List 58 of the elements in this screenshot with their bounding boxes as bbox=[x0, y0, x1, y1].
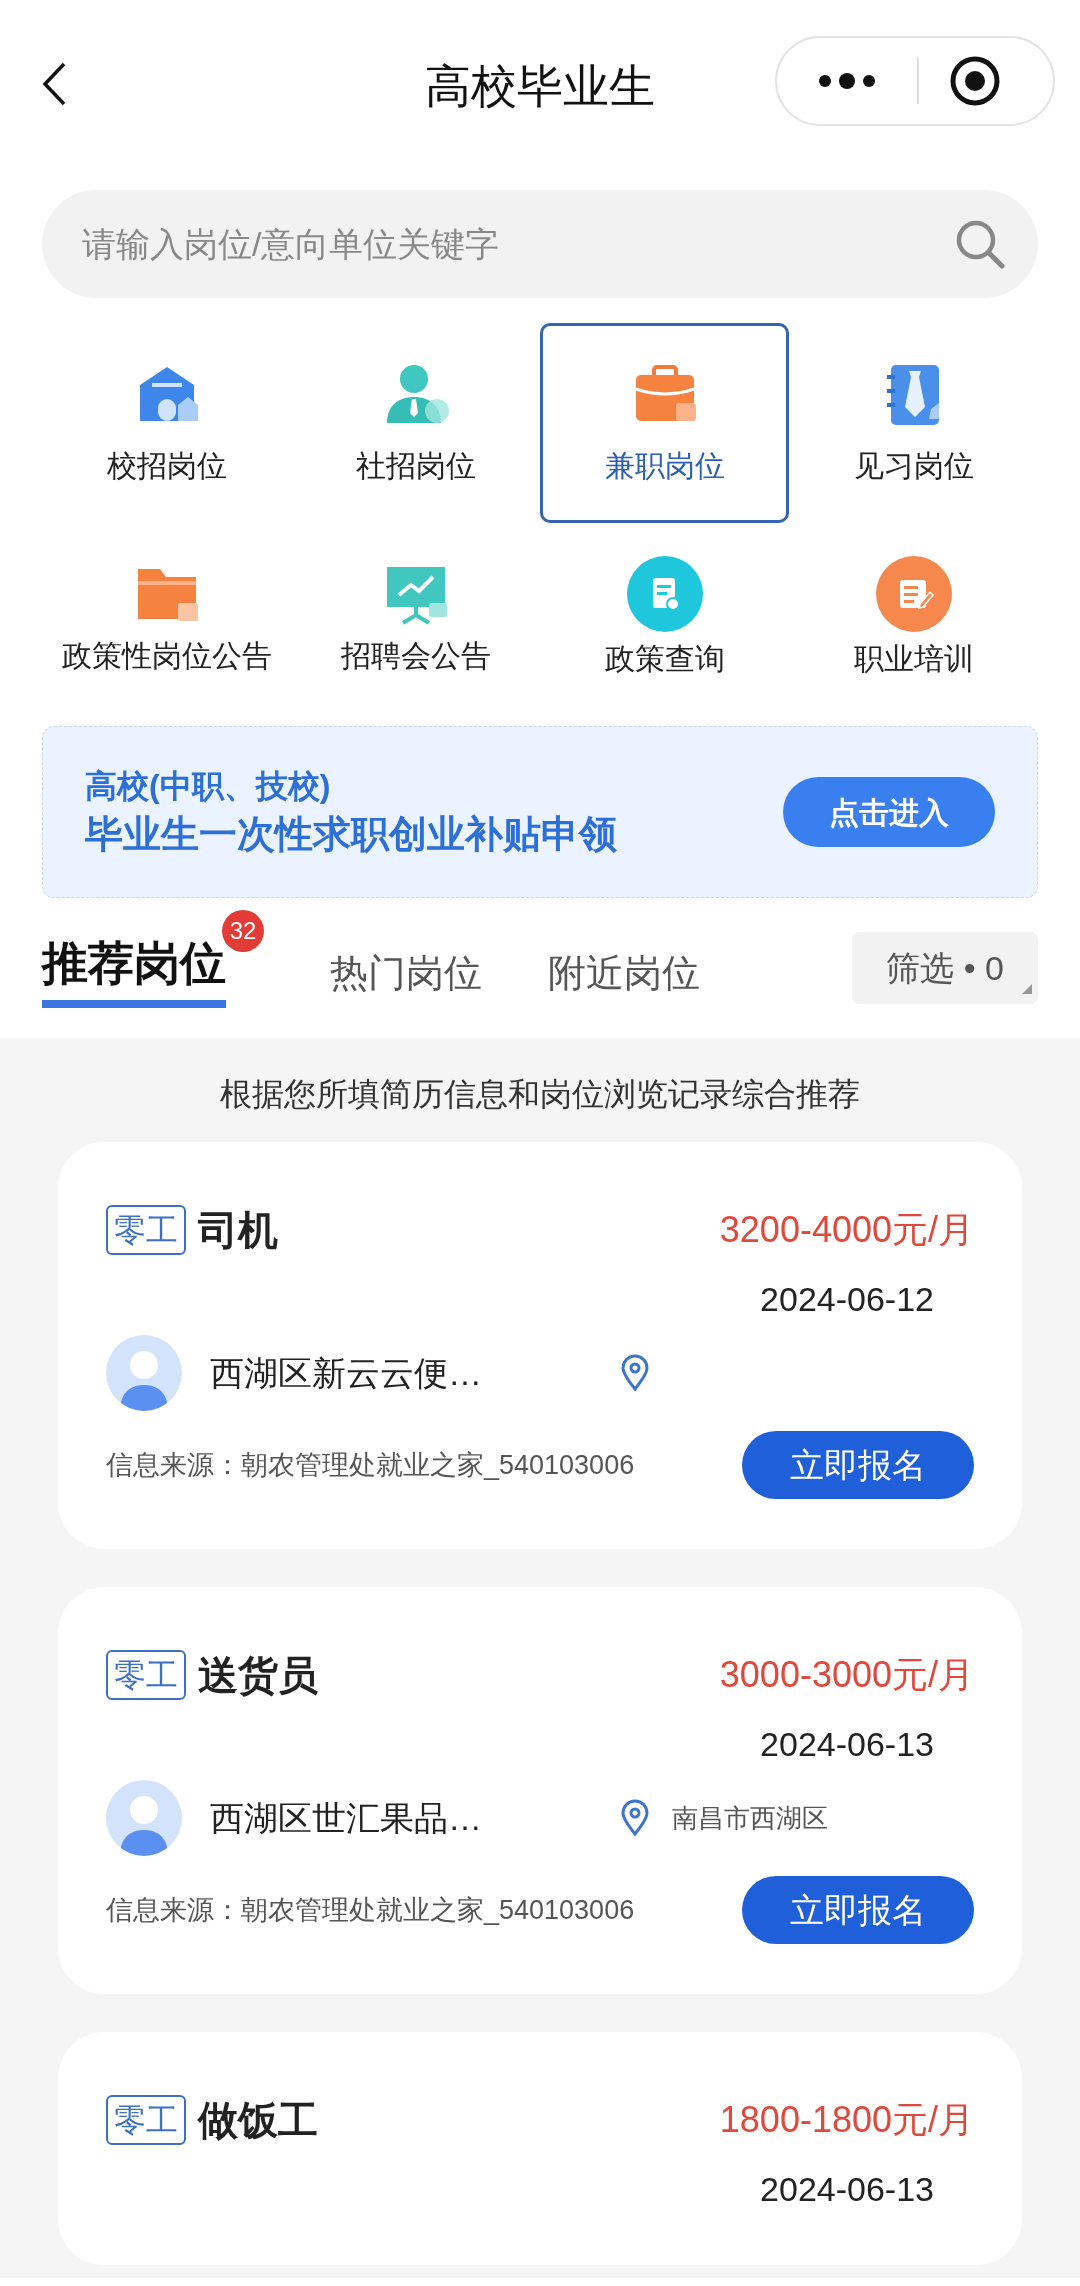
salary: 1800-1800元/月 bbox=[719, 2098, 974, 2142]
salary: 3200-4000元/月 bbox=[719, 1208, 974, 1252]
count-badge: 32 bbox=[222, 910, 264, 952]
banner-title: 毕业生一次性求职创业补贴申领 bbox=[85, 812, 618, 857]
category-label: 政策查询 bbox=[604, 640, 725, 677]
subsidy-banner[interactable]: 高校(中职、技校) 毕业生一次性求职创业补贴申领 点击进入 bbox=[42, 726, 1038, 898]
apply-button[interactable]: 立即报名 bbox=[742, 1431, 974, 1499]
category-item[interactable]: 招聘会公告 bbox=[291, 548, 540, 688]
search-field[interactable]: 请输入岗位/意向单位关键字 bbox=[42, 190, 1038, 298]
category-label: 招聘会公告 bbox=[340, 637, 491, 674]
post-date: 2024-06-13 bbox=[760, 1724, 934, 1765]
banner-subtitle: 高校(中职、技校) bbox=[85, 767, 332, 806]
more-icon[interactable] bbox=[817, 71, 877, 91]
category-item[interactable]: 校招岗位 bbox=[42, 323, 291, 523]
recommend-note: 根据您所填简历信息和岗位浏览记录综合推荐 bbox=[219, 1075, 861, 1114]
category-label: 见习岗位 bbox=[853, 447, 974, 484]
category-item[interactable]: 见习岗位 bbox=[789, 323, 1038, 523]
job-card[interactable]: 零工 做饭工 1800-1800元/月 2024-06-13 bbox=[58, 2032, 1022, 2265]
location-pin-icon bbox=[620, 1799, 650, 1837]
job-type-tag: 零工 bbox=[106, 1205, 186, 1255]
category-item[interactable]: 政策性岗位公告 bbox=[42, 548, 291, 688]
filter-button[interactable]: 筛选 • 0 bbox=[852, 932, 1038, 1004]
category-label: 兼职岗位 bbox=[604, 447, 725, 484]
job-type-tag: 零工 bbox=[106, 2095, 186, 2145]
category-label: 政策性岗位公告 bbox=[61, 637, 272, 674]
enter-button[interactable]: 点击进入 bbox=[783, 777, 995, 847]
category-label: 社招岗位 bbox=[355, 447, 476, 484]
tab[interactable]: 附近岗位 bbox=[548, 945, 700, 1008]
close-target-icon[interactable] bbox=[949, 55, 1001, 107]
category-label: 职业培训 bbox=[853, 640, 974, 677]
back-icon[interactable] bbox=[42, 62, 66, 106]
category-item[interactable]: 政策查询 bbox=[540, 548, 789, 688]
category-item[interactable]: 职业培训 bbox=[789, 548, 1038, 688]
document-icon bbox=[626, 555, 703, 632]
job-title: 送货员 bbox=[198, 1652, 318, 1699]
job-type-tag: 零工 bbox=[106, 1650, 186, 1700]
dropdown-corner-icon bbox=[1022, 984, 1032, 994]
search-icon[interactable] bbox=[954, 218, 1006, 270]
tab[interactable]: 热门岗位 bbox=[330, 945, 482, 1008]
salary: 3000-3000元/月 bbox=[719, 1653, 974, 1697]
page-title: 高校毕业生 bbox=[424, 59, 656, 114]
apply-button[interactable]: 立即报名 bbox=[742, 1876, 974, 1944]
job-card[interactable]: 零工 司机 3200-4000元/月 2024-06-12 西湖区新云云便… 信息来源：朝农管理处就业之家_540103006 立即报名 bbox=[58, 1142, 1022, 1549]
job-card[interactable]: 零工 送货员 3000-3000元/月 2024-06-13 西湖区世汇果品… 南昌市西湖区 信息来源：朝农管理处就业之家_540103006 立即报名 bbox=[58, 1587, 1022, 1994]
location-pin-icon bbox=[620, 1354, 650, 1392]
job-title: 做饭工 bbox=[198, 2097, 318, 2144]
post-date: 2024-06-13 bbox=[760, 2169, 934, 2210]
company-name: 西湖区世汇果品… bbox=[210, 1797, 483, 1839]
category-label: 校招岗位 bbox=[106, 447, 227, 484]
edit-list-icon bbox=[875, 555, 952, 632]
job-title: 司机 bbox=[198, 1207, 278, 1254]
job-location: 南昌市西湖区 bbox=[672, 1801, 828, 1835]
info-source: 信息来源：朝农管理处就业之家_540103006 bbox=[106, 1893, 635, 1927]
info-source: 信息来源：朝农管理处就业之家_540103006 bbox=[106, 1448, 635, 1482]
category-item[interactable]: 兼职岗位 bbox=[540, 323, 789, 523]
company-name: 西湖区新云云便… bbox=[210, 1352, 483, 1394]
post-date: 2024-06-12 bbox=[760, 1279, 934, 1320]
category-item[interactable]: 社招岗位 bbox=[291, 323, 540, 523]
